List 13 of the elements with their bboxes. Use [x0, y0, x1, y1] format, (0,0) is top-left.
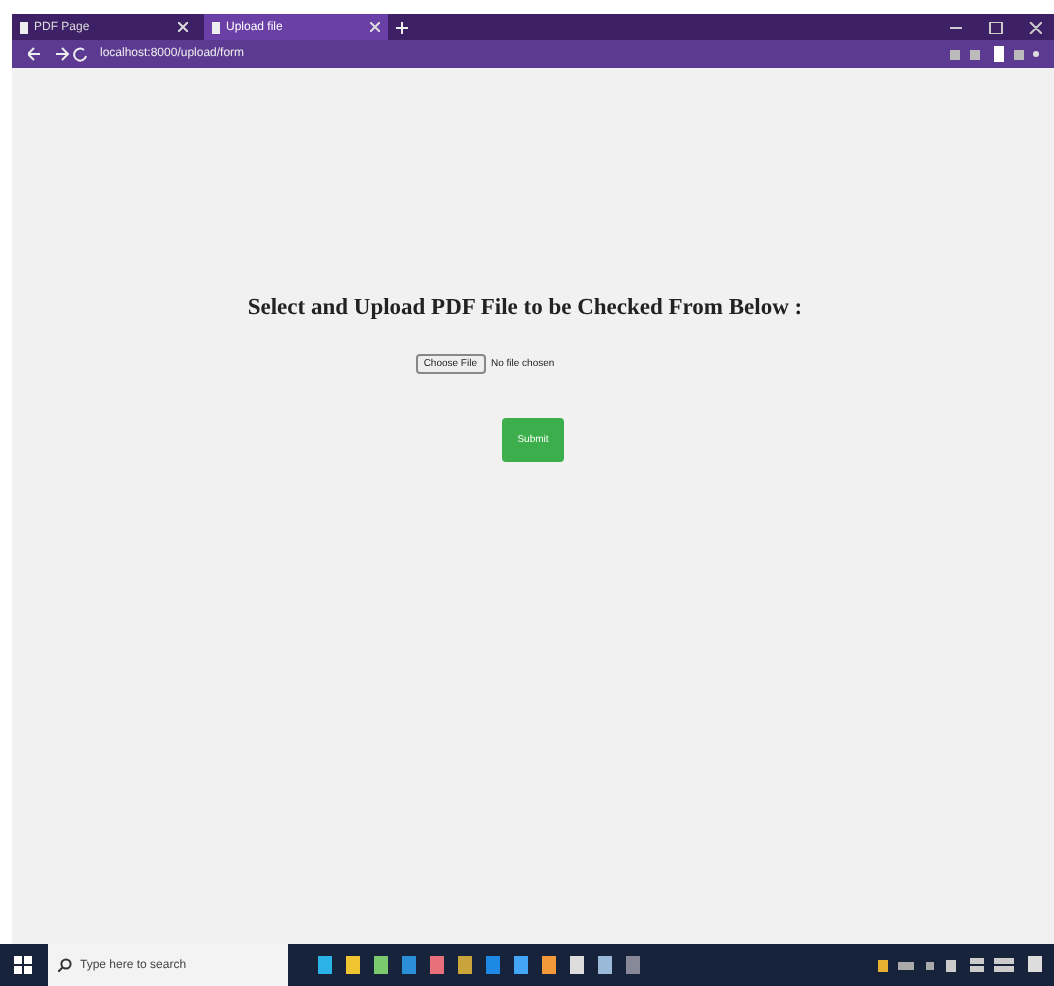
- navigation-icon[interactable]: [28, 46, 88, 62]
- new-tab-icon[interactable]: [396, 21, 408, 33]
- windows-icon[interactable]: [14, 956, 32, 974]
- page-heading: Select and Upload PDF File to be Checked From Below :: [247, 296, 803, 320]
- page-icon: [212, 21, 220, 33]
- close-icon[interactable]: [370, 22, 380, 32]
- toolbar-icon[interactable]: [950, 46, 1042, 62]
- close-icon[interactable]: [178, 22, 188, 32]
- system-tray-icon[interactable]: [878, 956, 1018, 974]
- window-controls-icon[interactable]: [950, 21, 1042, 33]
- search-icon: [58, 958, 72, 972]
- page-icon: [20, 21, 28, 33]
- notification-icon[interactable]: [1028, 956, 1042, 974]
